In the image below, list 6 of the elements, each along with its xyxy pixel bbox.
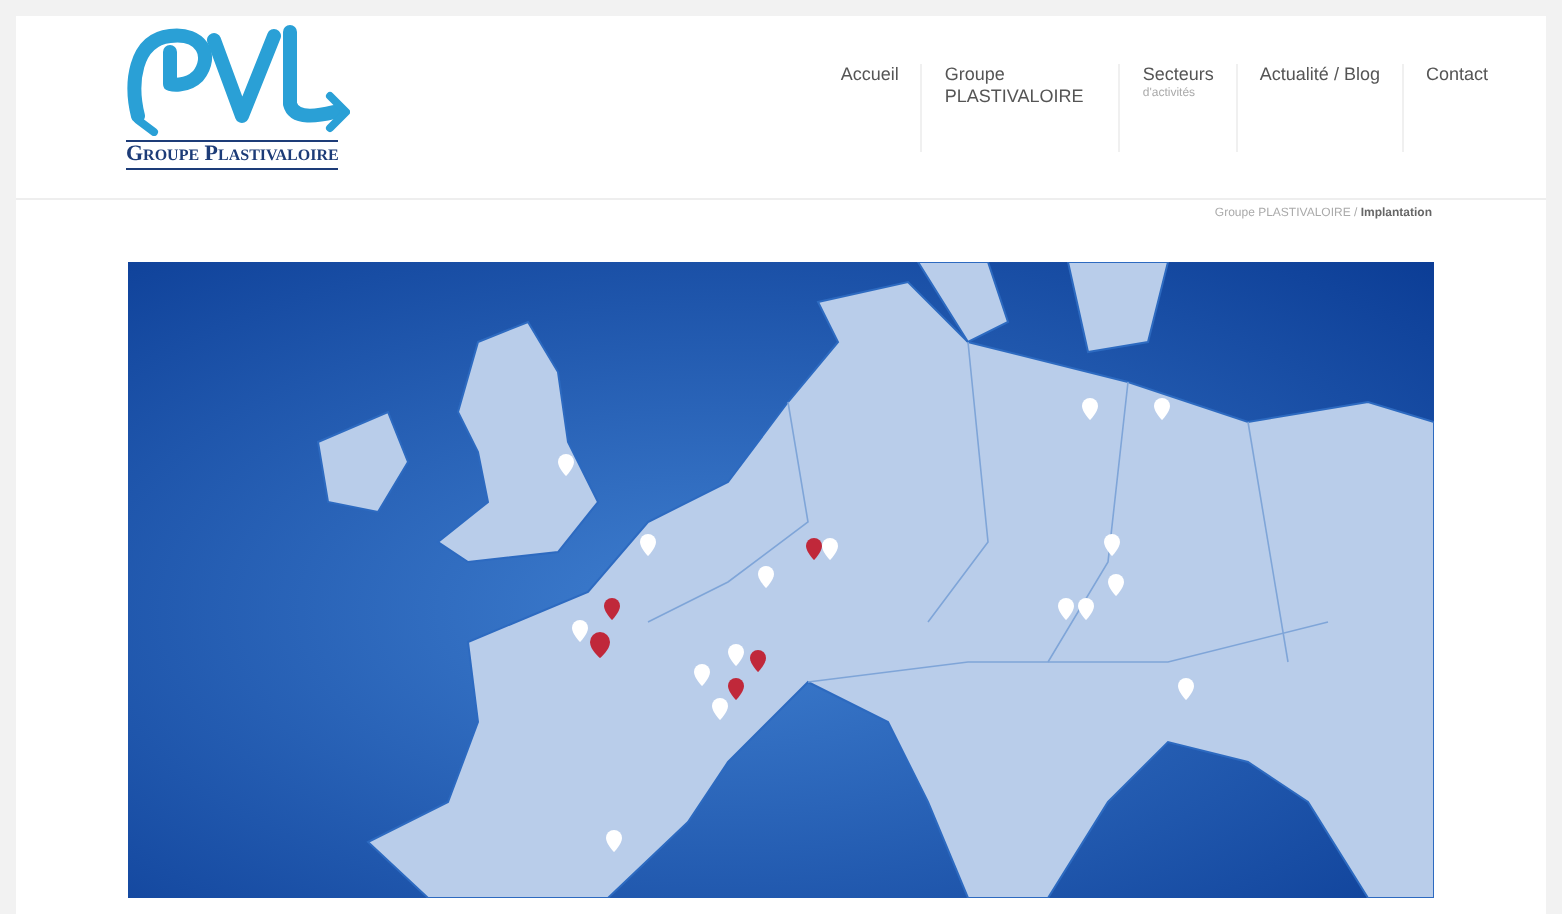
- logo-caption: Groupe Plastivaloire: [126, 140, 339, 170]
- nav-link[interactable]: Contact: [1401, 64, 1510, 152]
- logo-icon: [126, 24, 350, 136]
- nav-link[interactable]: Groupe PLASTIVALOIRE: [920, 64, 1119, 152]
- nav-link[interactable]: Actualité / Blog: [1235, 64, 1402, 152]
- nav-link[interactable]: Accueil: [818, 64, 921, 152]
